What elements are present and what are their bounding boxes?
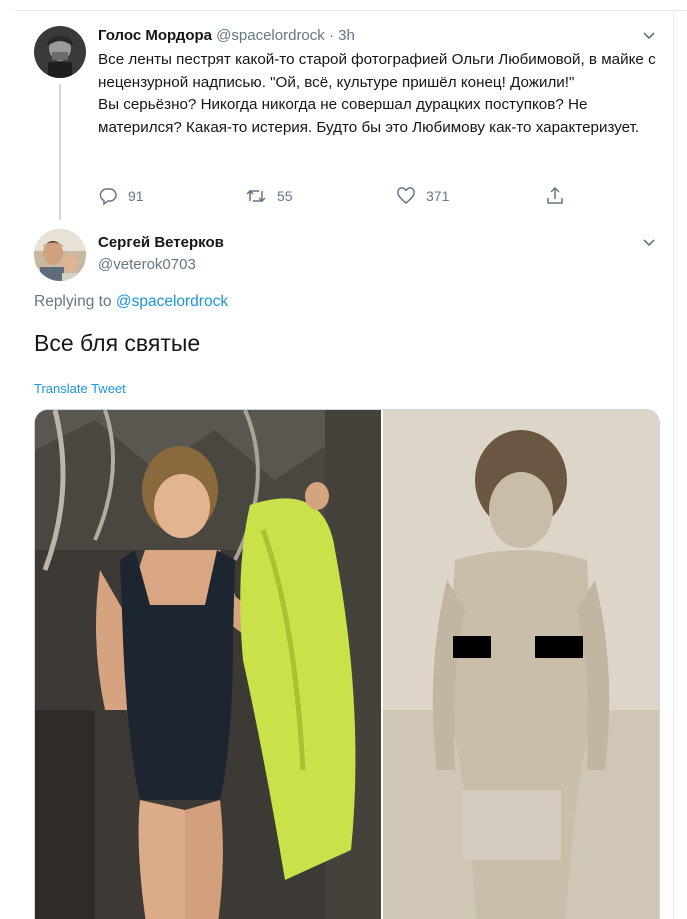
like-button[interactable]: 371	[396, 186, 449, 206]
retweet-button[interactable]: 55	[245, 186, 293, 206]
thread-connector	[59, 84, 61, 220]
media-photo-right	[383, 410, 659, 919]
tweet-media[interactable]	[34, 409, 660, 919]
avatar[interactable]	[34, 229, 86, 281]
translate-tweet-link[interactable]: Translate Tweet	[34, 381, 126, 396]
tweet-paragraph: Все ленты пестрят какой-то старой фотогр…	[98, 51, 656, 91]
author-handle[interactable]: @veterok0703	[98, 256, 196, 273]
divider	[673, 10, 674, 919]
media-photo-left	[35, 410, 381, 919]
author-name[interactable]: Сергей Ветерков	[98, 234, 224, 251]
reply-count: 91	[128, 188, 144, 204]
reply-icon	[99, 188, 117, 206]
tweet-paragraph: Вы серьёзно? Никогда никогда не совершал…	[98, 96, 640, 136]
chevron-down-icon[interactable]	[641, 27, 657, 43]
mention-link[interactable]: @spacelordrock	[116, 293, 228, 310]
blur-patch	[463, 790, 561, 860]
tweet-text: Все бля святые	[34, 330, 201, 356]
share-icon	[547, 186, 563, 204]
chevron-down-icon[interactable]	[641, 234, 657, 250]
share-button[interactable]	[545, 186, 575, 206]
retweet-count: 55	[277, 188, 293, 204]
replying-to: Replying to @spacelordrock	[34, 293, 228, 311]
tweet-thread: Голос Мордора @spacelordrock · 3h Все ле…	[0, 0, 687, 919]
author-handle[interactable]: @spacelordrock	[216, 27, 325, 44]
retweet-icon	[246, 189, 266, 203]
censor-bar	[453, 636, 491, 658]
tweet-header: Голос Мордора @spacelordrock · 3h	[98, 27, 355, 44]
avatar[interactable]	[34, 26, 86, 78]
timestamp[interactable]: 3h	[338, 27, 355, 44]
tweet-text: Все ленты пестрят какой-то старой фотогр…	[98, 49, 658, 139]
like-count: 371	[426, 188, 450, 204]
like-icon	[397, 187, 415, 204]
separator: ·	[328, 27, 334, 44]
divider	[14, 10, 687, 11]
replying-prefix: Replying to	[34, 293, 112, 310]
censor-bar	[535, 636, 583, 658]
author-name[interactable]: Голос Мордора	[98, 27, 212, 44]
reply-button[interactable]: 91	[98, 186, 144, 206]
